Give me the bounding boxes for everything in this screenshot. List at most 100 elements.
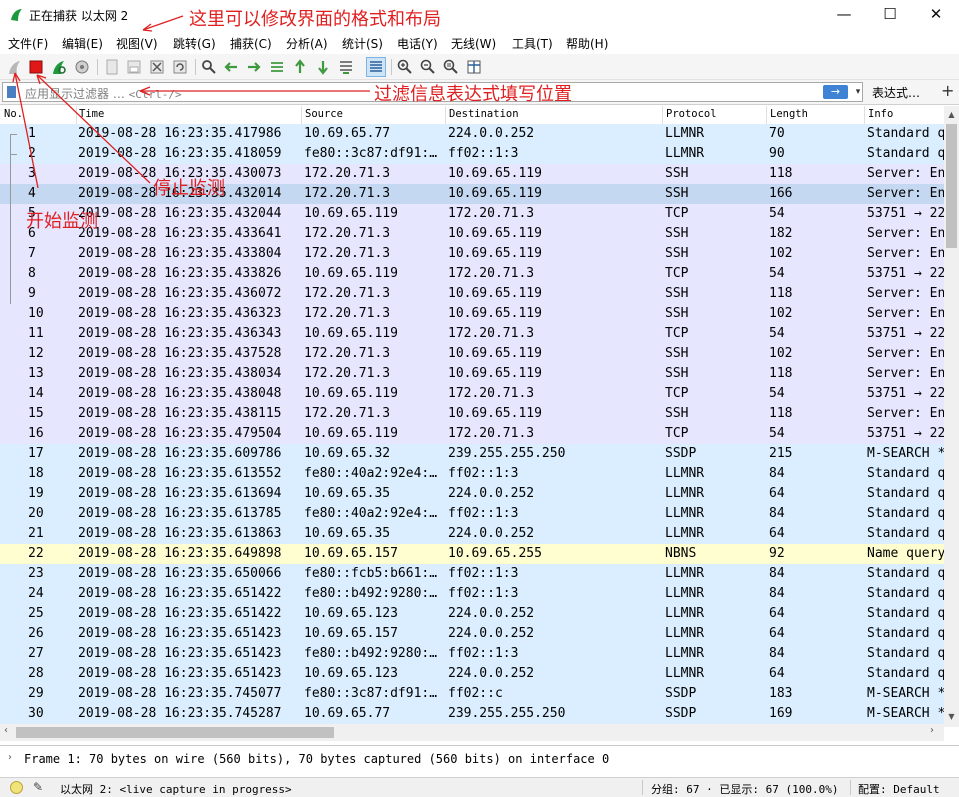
packet-list-horizontal-scrollbar[interactable]: ‹ › xyxy=(0,724,944,741)
filter-bookmark-icon[interactable] xyxy=(7,86,16,98)
packet-row[interactable]: 8 2019-08-28 16:23:35.433826 10.69.65.119 1… xyxy=(0,264,944,284)
packet-row[interactable]: 13 2019-08-28 16:23:35.438034 172.20.71.3 1… xyxy=(0,364,944,384)
close-button[interactable]: ✕ xyxy=(913,0,959,30)
go-forward-icon[interactable] xyxy=(245,58,263,76)
restart-fin-icon[interactable] xyxy=(50,58,68,76)
packet-row[interactable]: 27 2019-08-28 16:23:35.651423 fe80::b492:9… xyxy=(0,644,944,664)
packet-len-cell: 54 xyxy=(769,266,785,281)
packet-row[interactable]: 25 2019-08-28 16:23:35.651422 10.69.65.123… xyxy=(0,604,944,624)
packet-row[interactable]: 16 2019-08-28 16:23:35.479504 10.69.65.119… xyxy=(0,424,944,444)
packet-row[interactable]: 11 2019-08-28 16:23:35.436343 10.69.65.119… xyxy=(0,324,944,344)
packet-row[interactable]: 7 2019-08-28 16:23:35.433804 172.20.71.3 10… xyxy=(0,244,944,264)
column-no[interactable]: No. xyxy=(4,108,23,120)
menu-file[interactable]: 文件(F) xyxy=(8,35,48,52)
expression-button[interactable]: 表达式… xyxy=(872,84,920,101)
packet-row[interactable]: 24 2019-08-28 16:23:35.651422 fe80::b492:9… xyxy=(0,584,944,604)
packet-row[interactable]: 17 2019-08-28 16:23:35.609786 10.69.65.32 2… xyxy=(0,444,944,464)
go-first-icon[interactable] xyxy=(291,58,309,76)
maximize-button[interactable]: ☐ xyxy=(867,0,913,30)
frame-detail-line[interactable]: Frame 1: 70 bytes on wire (560 bits), 70… xyxy=(24,752,609,766)
scroll-right-icon[interactable]: › xyxy=(930,725,934,736)
packet-row[interactable]: 6 2019-08-28 16:23:35.433641 172.20.71.3 10… xyxy=(0,224,944,244)
menu-analyze[interactable]: 分析(A) xyxy=(286,35,328,52)
packet-row[interactable]: 23 2019-08-28 16:23:35.650066 fe80::fcb5:b… xyxy=(0,564,944,584)
column-source[interactable]: Source xyxy=(305,108,343,120)
packet-row[interactable]: 28 2019-08-28 16:23:35.651423 10.69.65.123… xyxy=(0,664,944,684)
column-destination[interactable]: Destination xyxy=(449,108,519,120)
packet-row[interactable]: 1 2019-08-28 16:23:35.417986 10.69.65.77 22… xyxy=(0,124,944,144)
menu-help[interactable]: 帮助(H) xyxy=(566,35,608,52)
save-file-icon[interactable] xyxy=(125,58,143,76)
packet-row[interactable]: 2 2019-08-28 16:23:35.418059 fe80::3c87:df… xyxy=(0,144,944,164)
packet-src-cell: fe80::b492:9280:… xyxy=(304,586,438,601)
packet-row[interactable]: 18 2019-08-28 16:23:35.613552 fe80::40a2:9… xyxy=(0,464,944,484)
column-time[interactable]: Time xyxy=(79,108,104,120)
close-file-icon[interactable] xyxy=(148,58,166,76)
column-protocol[interactable]: Protocol xyxy=(666,108,717,120)
packet-dst-cell: 10.69.65.119 xyxy=(448,186,542,201)
menu-capture[interactable]: 捕获(C) xyxy=(230,35,272,52)
profile-status[interactable]: 配置: Default xyxy=(858,781,940,797)
resize-columns-icon[interactable] xyxy=(465,58,483,76)
packet-row[interactable]: 3 2019-08-28 16:23:35.430073 172.20.71.3 10… xyxy=(0,164,944,184)
packet-row[interactable]: 5 2019-08-28 16:23:35.432044 10.69.65.119 1… xyxy=(0,204,944,224)
go-last-icon[interactable] xyxy=(314,58,332,76)
capture-comment-icon[interactable]: ✎ xyxy=(33,780,43,794)
packet-list-vertical-scrollbar[interactable]: ▲ ▼ xyxy=(944,106,959,727)
packet-row[interactable]: 14 2019-08-28 16:23:35.438048 10.69.65.119… xyxy=(0,384,944,404)
colorize-icon[interactable] xyxy=(366,57,386,77)
menu-telephony[interactable]: 电话(Y) xyxy=(397,35,438,52)
zoom-out-icon[interactable] xyxy=(419,58,437,76)
packet-src-cell: 10.69.65.123 xyxy=(304,666,398,681)
vertical-scroll-thumb[interactable] xyxy=(946,124,957,248)
packet-row[interactable]: 21 2019-08-28 16:23:35.613863 10.69.65.35 2… xyxy=(0,524,944,544)
open-file-icon[interactable] xyxy=(103,58,121,76)
stop-square-icon[interactable] xyxy=(27,58,45,76)
add-filter-button[interactable]: + xyxy=(941,81,954,100)
packet-src-cell: 10.69.65.32 xyxy=(304,446,391,461)
scroll-up-icon[interactable]: ▲ xyxy=(944,110,959,119)
packet-row[interactable]: 4 2019-08-28 16:23:35.432014 172.20.71.3 10… xyxy=(0,184,944,204)
menu-view[interactable]: 视图(V) xyxy=(116,35,158,52)
zoom-in-icon[interactable] xyxy=(396,58,414,76)
packet-no-cell: 24 xyxy=(28,586,44,601)
packet-row[interactable]: 30 2019-08-28 16:23:35.745287 10.69.65.77 2… xyxy=(0,704,944,724)
capture-options-icon[interactable] xyxy=(73,58,91,76)
packet-row[interactable]: 29 2019-08-28 16:23:35.745077 fe80::3c87:d… xyxy=(0,684,944,704)
packet-row[interactable]: 22 2019-08-28 16:23:35.649898 10.69.65.157… xyxy=(0,544,944,564)
packet-row[interactable]: 26 2019-08-28 16:23:35.651423 10.69.65.157… xyxy=(0,624,944,644)
packet-row[interactable]: 9 2019-08-28 16:23:35.436072 172.20.71.3 10… xyxy=(0,284,944,304)
shark-fin-start-icon[interactable] xyxy=(6,58,24,76)
menu-statistics[interactable]: 统计(S) xyxy=(342,35,383,52)
auto-scroll-icon[interactable] xyxy=(337,58,355,76)
menu-edit[interactable]: 编辑(E) xyxy=(62,35,103,52)
reload-icon[interactable] xyxy=(171,58,189,76)
column-info[interactable]: Info xyxy=(868,108,893,120)
horizontal-scroll-thumb[interactable] xyxy=(16,727,334,738)
packet-row[interactable]: 15 2019-08-28 16:23:35.438115 172.20.71.3 1… xyxy=(0,404,944,424)
go-to-packet-icon[interactable] xyxy=(268,58,286,76)
packet-info-cell: Server: Encrypted packet xyxy=(867,306,944,321)
packet-src-cell: fe80::3c87:df91:… xyxy=(304,146,438,161)
menu-wireless[interactable]: 无线(W) xyxy=(451,35,496,52)
column-length[interactable]: Length xyxy=(770,108,808,120)
expert-info-led-icon[interactable] xyxy=(10,781,23,794)
menu-go[interactable]: 跳转(G) xyxy=(173,35,216,52)
find-icon[interactable] xyxy=(200,58,218,76)
zoom-normal-icon[interactable] xyxy=(442,58,460,76)
filter-history-dropdown-icon[interactable]: ▾ xyxy=(852,84,864,100)
packet-row[interactable]: 19 2019-08-28 16:23:35.613694 10.69.65.35 2… xyxy=(0,484,944,504)
packet-row[interactable]: 20 2019-08-28 16:23:35.613785 fe80::40a2:9… xyxy=(0,504,944,524)
packet-row[interactable]: 10 2019-08-28 16:23:35.436323 172.20.71.3 1… xyxy=(0,304,944,324)
minimize-button[interactable]: — xyxy=(821,0,867,30)
go-back-icon[interactable] xyxy=(222,58,240,76)
menu-tools[interactable]: 工具(T) xyxy=(512,35,553,52)
apply-filter-arrow-icon[interactable]: → xyxy=(823,85,848,99)
packet-row[interactable]: 12 2019-08-28 16:23:35.437528 172.20.71.3 1… xyxy=(0,344,944,364)
scroll-down-icon[interactable]: ▼ xyxy=(944,712,959,721)
scroll-left-icon[interactable]: ‹ xyxy=(4,725,8,736)
expand-chevron-icon[interactable]: › xyxy=(8,752,12,763)
packet-info-cell: 53751 → 22 xyxy=(867,266,944,281)
packet-dst-cell: ff02::1:3 xyxy=(448,646,519,661)
packet-time-cell: 2019-08-28 16:23:35.613785 xyxy=(78,506,282,521)
